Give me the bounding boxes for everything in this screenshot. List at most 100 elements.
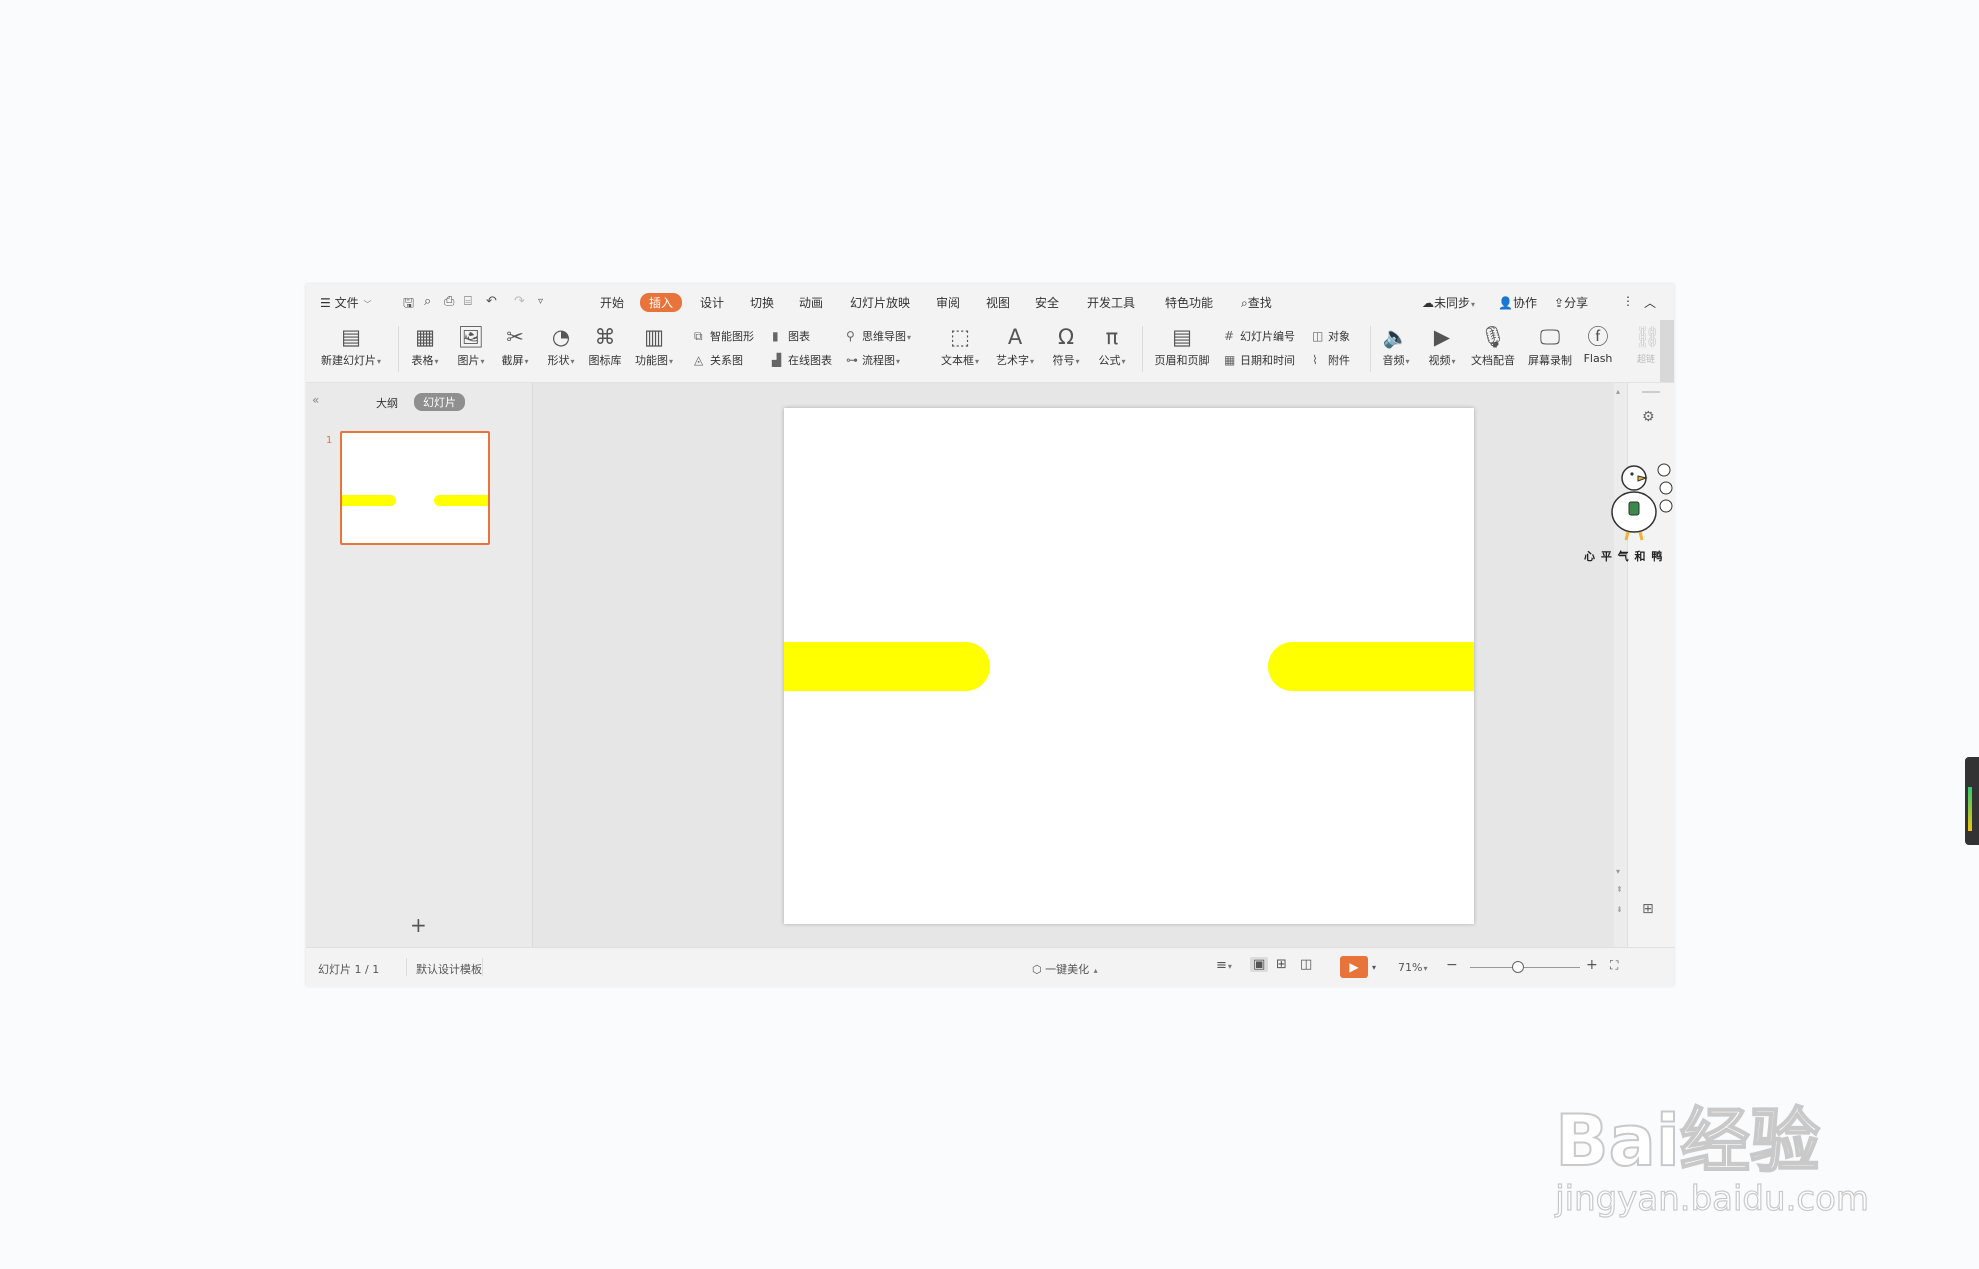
shape-button[interactable]: ◔ 形状▾ <box>542 324 580 368</box>
smart-art-button[interactable]: ⧉ 智能图形 <box>694 328 754 344</box>
reading-view-icon[interactable]: ◫ <box>1300 957 1312 972</box>
widget-meter <box>1968 787 1972 831</box>
watermark-brand: Bai经验 <box>1554 1100 1821 1182</box>
tab-design[interactable]: 设计 <box>700 294 724 311</box>
fit-window-icon[interactable]: ⛶ <box>1610 958 1618 973</box>
tab-view[interactable]: 视图 <box>986 294 1010 311</box>
slide-number-button[interactable]: # 幻灯片编号 <box>1224 328 1295 344</box>
yellow-rounded-bar-left[interactable] <box>784 642 990 691</box>
rail-grip <box>1642 391 1660 393</box>
speaker-icon: 🔈 <box>1382 325 1410 349</box>
search-box[interactable]: ⌕查找 <box>1241 294 1272 311</box>
tab-slides[interactable]: 幻灯片 <box>414 393 465 411</box>
tab-insert[interactable]: 插入 <box>640 293 683 312</box>
add-slide-button[interactable]: + <box>410 913 427 937</box>
slide[interactable] <box>784 408 1474 924</box>
beautify-button[interactable]: ⬡ 一键美化 ▴ <box>1032 961 1098 977</box>
duck-sticker: 心 平 气 和 鸭 <box>1584 454 1676 564</box>
grid-apps-icon[interactable]: ⊞ <box>1642 901 1654 917</box>
print-preview-icon[interactable]: ⌸ <box>464 294 472 309</box>
tab-transition[interactable]: 切换 <box>750 294 774 311</box>
zoom-slider-thumb[interactable] <box>1512 961 1524 973</box>
smart-art-icon: ⧉ <box>694 329 703 343</box>
slide-counter: 幻灯片 1 / 1 <box>318 963 380 976</box>
wordart-button[interactable]: A 艺术字▾ <box>992 324 1038 368</box>
relation-icon: ◬ <box>694 353 704 367</box>
mindmap-button[interactable]: ⚲ 思维导图▾ <box>846 328 911 344</box>
symbol-button[interactable]: Ω 符号▾ <box>1046 324 1086 368</box>
collapse-panel-icon[interactable]: « <box>312 393 319 407</box>
save-icon[interactable]: 🖫 <box>403 294 414 316</box>
audio-button[interactable]: 🔈 音频▾ <box>1376 324 1416 368</box>
chart-button[interactable]: ▮ 图表 <box>772 328 810 344</box>
scissors-icon: ✂ <box>506 325 524 349</box>
ribbon-insert: ▤ 新建幻灯片▾ ▦ 表格▾ 🖼 图片▾ ✂ 截屏▾ ◔ 形状▾ ⌘ 图标库 ▥ 功能图▾ ⧉… <box>306 320 1674 383</box>
next-slide-icon[interactable]: ⇟ <box>1616 905 1623 914</box>
slide-number-icon: # <box>1224 329 1235 343</box>
undo-icon[interactable]: ↶ <box>486 294 497 309</box>
collab-button[interactable]: 👤协作 <box>1498 294 1537 311</box>
notes-icon[interactable]: ≡▾ <box>1216 958 1232 973</box>
tab-home[interactable]: 开始 <box>600 294 624 311</box>
relation-chart-button[interactable]: ◬ 关系图 <box>694 352 743 368</box>
video-button[interactable]: ▶ 视频▾ <box>1422 324 1462 368</box>
mindmap-icon: ⚲ <box>846 329 855 343</box>
yellow-rounded-bar-right[interactable] <box>1268 642 1474 691</box>
settings-sliders-icon[interactable]: ⚙ <box>1642 409 1655 425</box>
play-slideshow-button[interactable]: ▶ <box>1340 956 1368 978</box>
hyperlink-button[interactable]: ⛓ 超链 <box>1634 324 1661 365</box>
tab-outline[interactable]: 大纲 <box>376 395 398 411</box>
header-footer-button[interactable]: ▤ 页眉和页脚 <box>1152 324 1212 368</box>
table-button[interactable]: ▦ 表格▾ <box>406 324 444 368</box>
tab-security[interactable]: 安全 <box>1035 294 1059 311</box>
attachment-button[interactable]: ⌇ 附件 <box>1312 352 1350 368</box>
screen-record-button[interactable]: 🖵 屏幕录制 <box>1524 324 1576 368</box>
online-chart-icon: ▟ <box>772 353 782 367</box>
scroll-up-icon[interactable]: ▴ <box>1616 387 1620 396</box>
more-icon[interactable]: ⋮ <box>1622 294 1634 308</box>
zoom-level[interactable]: 71%▾ <box>1398 961 1427 974</box>
customize-toolbar-icon[interactable]: ▿ <box>538 296 543 307</box>
object-button[interactable]: ◫ 对象 <box>1312 328 1350 344</box>
table-icon: ▦ <box>415 325 435 349</box>
redo-icon[interactable]: ↷ <box>514 294 525 309</box>
slide-sorter-icon[interactable]: ⊞ <box>1276 957 1287 972</box>
zoom-out-icon[interactable]: − <box>1446 957 1458 973</box>
datetime-button[interactable]: ▦ 日期和时间 <box>1224 352 1295 368</box>
screenshot-button[interactable]: ✂ 截屏▾ <box>496 324 534 368</box>
print-icon[interactable]: ⎙ <box>444 294 454 309</box>
tab-animation[interactable]: 动画 <box>799 294 823 311</box>
tab-slideshow[interactable]: 幻灯片放映 <box>850 294 910 311</box>
picture-button[interactable]: 🖼 图片▾ <box>452 324 490 368</box>
share-button[interactable]: ⇪分享 <box>1554 294 1588 311</box>
play-options-icon[interactable]: ▾ <box>1372 963 1376 972</box>
wps-presentation-window: ☰ 文件 ﹀ 🖫 ⌕ ⎙ ⌸ ↶ ↷ ▿ 开始 插入 设计 切换 动画 幻灯片放… <box>306 284 1676 987</box>
ribbon-scroll-right[interactable] <box>1660 320 1674 382</box>
tab-features[interactable]: 特色功能 <box>1165 294 1213 311</box>
scroll-down-icon[interactable]: ▾ <box>1616 867 1620 876</box>
tab-developer[interactable]: 开发工具 <box>1087 294 1135 311</box>
function-chart-button[interactable]: ▥ 功能图▾ <box>632 324 676 368</box>
tab-review[interactable]: 审阅 <box>936 294 960 311</box>
new-slide-button[interactable]: ▤ 新建幻灯片▾ <box>316 324 386 368</box>
slide-thumbnail[interactable] <box>340 431 490 545</box>
online-chart-button[interactable]: ▟ 在线图表 <box>772 352 832 368</box>
format-painter-icon[interactable]: ⌕ <box>424 294 431 309</box>
wordart-icon: A <box>1007 325 1023 349</box>
file-menu[interactable]: ☰ 文件 ﹀ <box>320 294 371 311</box>
formula-button[interactable]: π 公式▾ <box>1092 324 1132 368</box>
duck-illustration <box>1611 463 1673 541</box>
doc-voice-button[interactable]: 🎙 文档配音 <box>1468 324 1518 368</box>
collapse-ribbon-icon[interactable]: ︿ <box>1644 294 1656 311</box>
flowchart-button[interactable]: ⊶ 流程图▾ <box>846 352 900 368</box>
sync-status[interactable]: ☁未同步▾ <box>1422 294 1475 311</box>
normal-view-icon[interactable]: ▣ <box>1250 957 1269 972</box>
icon-library-button[interactable]: ⌘ 图标库 <box>586 324 624 368</box>
zoom-slider[interactable] <box>1470 967 1580 968</box>
prev-slide-icon[interactable]: ⇞ <box>1616 885 1623 894</box>
flash-button[interactable]: ⓕ Flash <box>1580 324 1616 365</box>
zoom-in-icon[interactable]: + <box>1586 957 1598 973</box>
textbox-button[interactable]: ⬚ 文本框▾ <box>936 324 984 368</box>
floating-side-widget[interactable] <box>1965 757 1979 845</box>
template-name[interactable]: 默认设计模板 <box>416 961 482 977</box>
